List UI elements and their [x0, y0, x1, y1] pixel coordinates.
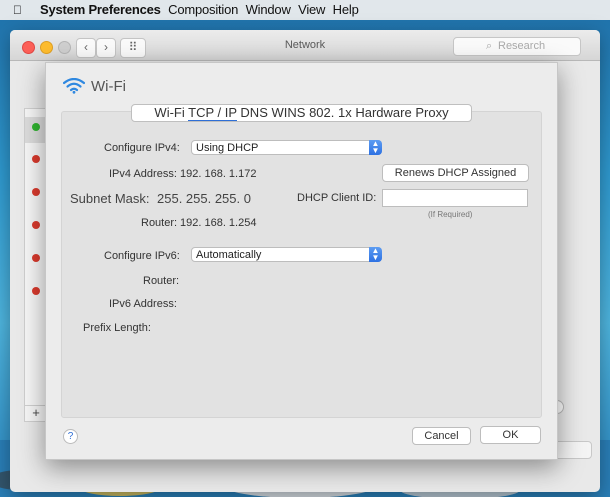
- chevron-updown-icon: ▲ ▼: [369, 140, 382, 155]
- window-title: Network: [284, 39, 326, 51]
- chevron-updown-icon: ▲ ▼: [369, 247, 382, 262]
- configure-ipv6-value: Automatically: [196, 249, 262, 261]
- chevron-left-icon: ‹: [84, 40, 88, 54]
- menu-bar:  System Preferences Composition Window …: [0, 0, 610, 20]
- status-disconnected-dot: [32, 254, 40, 262]
- grid-icon: ⠿: [128, 40, 138, 54]
- search-placeholder: Research: [498, 40, 546, 52]
- menu-item-view[interactable]: View: [298, 2, 325, 17]
- window-titlebar: ‹ › ⠿ Network ⌕ Research: [10, 30, 600, 61]
- advanced-settings-sheet: Wi-Fi Wi-Fi TCP / IP DNS WINS 802. 1x Ha…: [45, 62, 558, 460]
- configure-ipv4-value: Using DHCP: [196, 142, 259, 154]
- show-all-button[interactable]: ⠿: [120, 38, 146, 58]
- search-input[interactable]: ⌕ Research: [453, 37, 581, 56]
- tab-proxy[interactable]: Proxy: [415, 105, 448, 120]
- plus-icon: +: [32, 405, 40, 420]
- dhcp-client-id-field[interactable]: [382, 189, 528, 207]
- renew-dhcp-button[interactable]: Renews DHCP Assigned: [382, 164, 529, 182]
- zoom-window-button[interactable]: [58, 41, 71, 54]
- ipv6-address-label: IPv6 Address:: [109, 298, 177, 310]
- configure-ipv4-label: Configure IPv4:: [104, 142, 180, 154]
- search-icon: ⌕: [486, 40, 493, 52]
- status-disconnected-dot: [32, 188, 40, 196]
- forward-button[interactable]: ›: [96, 38, 116, 58]
- help-button[interactable]: ?: [63, 429, 78, 444]
- chevron-right-icon: ›: [104, 40, 108, 54]
- dhcp-client-id-label: DHCP Client ID:: [297, 192, 377, 204]
- subnet-mask-label: Subnet Mask:: [70, 191, 150, 206]
- tcp-ip-panel: Configure IPv4: Using DHCP ▲ ▼ IPv4 Addre…: [61, 111, 542, 418]
- status-disconnected-dot: [32, 155, 40, 163]
- wifi-icon: [63, 78, 85, 94]
- ipv4-address-label: IPv4 Address:: [109, 168, 177, 180]
- status-disconnected-dot: [32, 287, 40, 295]
- minimize-window-button[interactable]: [40, 41, 53, 54]
- tab-tcp-ip[interactable]: TCP / IP: [188, 105, 237, 121]
- ipv4-router-label: Router:: [141, 217, 178, 229]
- status-connected-dot: [32, 123, 40, 131]
- settings-tabs: Wi-Fi TCP / IP DNS WINS 802. 1x Hardware…: [131, 104, 472, 122]
- ipv4-address-value: 192. 168. 1.172: [180, 168, 257, 180]
- menu-item-help[interactable]: Help: [333, 2, 359, 17]
- menu-items: System Preferences Composition Window Vi…: [40, 0, 363, 20]
- tab-8021x[interactable]: 802. 1x: [309, 105, 352, 120]
- menu-app-name[interactable]: System Preferences: [40, 2, 161, 17]
- tab-dns[interactable]: DNS: [240, 105, 267, 120]
- cancel-button[interactable]: Cancel: [412, 427, 471, 445]
- ipv6-router-label: Router:: [143, 275, 180, 287]
- prefix-length-label: Prefix Length:: [83, 322, 151, 334]
- subnet-mask-value: 255. 255. 255. 0: [157, 191, 251, 206]
- client-id-hint: (If Required): [428, 210, 473, 219]
- apple-logo-icon[interactable]: : [13, 0, 22, 20]
- sheet-title: Wi-Fi: [91, 78, 126, 95]
- back-button[interactable]: ‹: [76, 38, 96, 58]
- menu-item-composition[interactable]: Composition: [168, 2, 238, 17]
- configure-ipv4-select[interactable]: Using DHCP ▲ ▼: [191, 140, 382, 155]
- menu-item-window[interactable]: Window: [246, 2, 291, 17]
- close-window-button[interactable]: [22, 41, 35, 54]
- ipv4-router-value: 192. 168. 1.254: [180, 217, 257, 229]
- ok-button[interactable]: OK: [480, 426, 541, 444]
- configure-ipv6-label: Configure IPv6:: [104, 250, 180, 262]
- tab-hardware[interactable]: Hardware: [355, 105, 411, 120]
- status-disconnected-dot: [32, 221, 40, 229]
- tab-wins[interactable]: WINS: [272, 105, 306, 120]
- tab-wifi[interactable]: Wi-Fi: [154, 105, 184, 120]
- configure-ipv6-select[interactable]: Automatically ▲ ▼: [191, 247, 382, 262]
- apply-button[interactable]: [552, 441, 592, 459]
